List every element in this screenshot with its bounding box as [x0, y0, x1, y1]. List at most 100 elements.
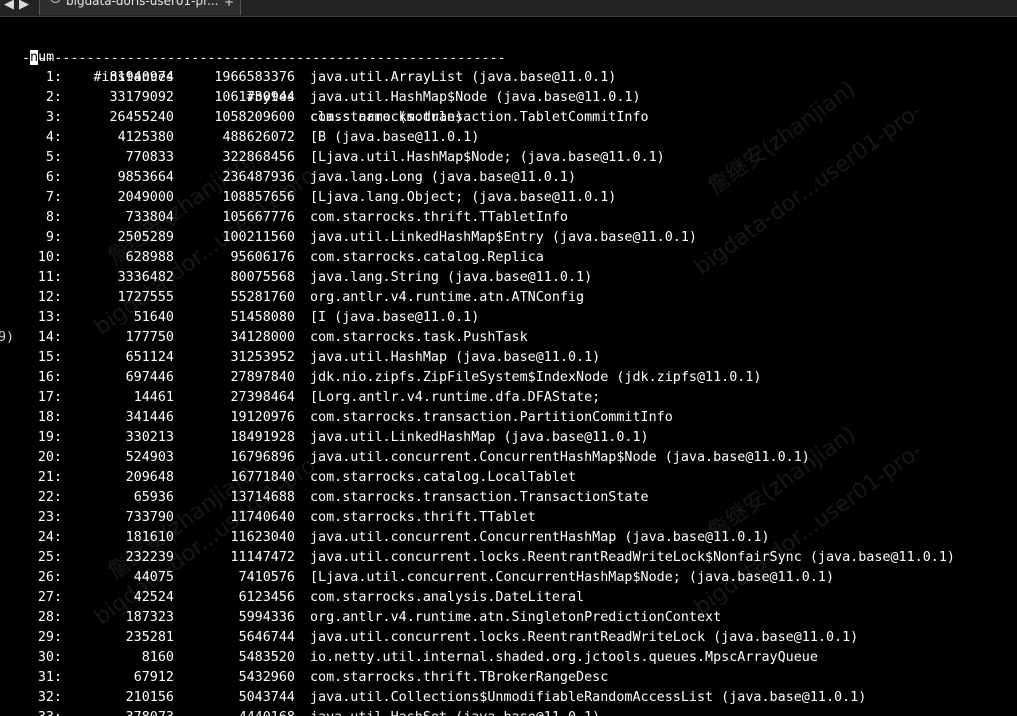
row-class-name: [Lorg.antlr.v4.runtime.dfa.DFAState; — [310, 390, 601, 405]
row-num: 28: — [37, 610, 62, 625]
row-num: 20: — [37, 450, 62, 465]
histogram-row: 27: 42524 6123456 com.starrocks.analysis.Da… — [0, 588, 1017, 608]
histogram-row: 9: 2505289 100211560 java.util.LinkedHashMa… — [0, 228, 1017, 248]
row-bytes: 18491928 — [230, 430, 296, 445]
histogram-row: 10: 628988 95606176 com.starrocks.catalog.R… — [0, 248, 1017, 268]
histogram-row: 5: 770833 322868456 [Ljava.util.HashMap$Nod… — [0, 148, 1017, 168]
row-bytes: 4440168 — [174, 708, 295, 716]
row-num: 2: — [45, 90, 62, 105]
row-num: 29: — [37, 630, 62, 645]
row-bytes: 6123456 — [238, 590, 295, 605]
row-class-name: org.antlr.v4.runtime.atn.SingletonPredic… — [310, 610, 722, 625]
row-class-name: [Ljava.util.HashMap$Node; (java.base@11.… — [310, 150, 665, 165]
terminal-output[interactable]: num #instances #bytes class name (module… — [0, 18, 1017, 716]
histogram-row: 17: 14461 27398464 [Lorg.antlr.v4.runtime.d… — [0, 388, 1017, 408]
row-bytes: 51458080 — [230, 310, 296, 325]
row-class-name: io.netty.util.internal.shaded.org.jctool… — [310, 650, 818, 665]
row-bytes: 488626072 — [222, 130, 295, 145]
row-num: 13: — [37, 310, 62, 325]
row-bytes: 16771840 — [230, 470, 296, 485]
new-tab-icon[interactable]: + — [224, 0, 234, 9]
histogram-row: 21: 209648 16771840 com.starrocks.catalog.L… — [0, 468, 1017, 488]
row-num: 32: — [37, 690, 62, 705]
row-instances: 697446 — [125, 370, 174, 385]
row-num: 12: — [37, 290, 62, 305]
row-num: 5: — [45, 150, 62, 165]
histogram-row: 15: 651124 31253952 java.util.HashMap (java… — [0, 348, 1017, 368]
row-num: 19: — [37, 430, 62, 445]
row-class-name: java.util.concurrent.locks.ReentrantRead… — [310, 550, 955, 565]
histogram-row: 20: 524903 16796896 java.util.concurrent.Co… — [0, 448, 1017, 468]
row-bytes: 7410576 — [238, 570, 295, 585]
histogram-row: 24: 181610 11623040 java.util.concurrent.Co… — [0, 528, 1017, 548]
row-instances: 26455240 — [109, 110, 175, 125]
row-num: 33: — [0, 708, 62, 716]
row-class-name: java.util.concurrent.ConcurrentHashMap$N… — [310, 450, 810, 465]
row-instances: 81940974 — [109, 70, 175, 85]
histogram-row: 18: 341446 19120976 com.starrocks.transacti… — [0, 408, 1017, 428]
row-class-name: jdk.nio.zipfs.ZipFileSystem$IndexNode (j… — [310, 370, 762, 385]
row-class-name: [Ljava.util.concurrent.ConcurrentHashMap… — [310, 570, 835, 585]
row-num: 16: — [37, 370, 62, 385]
tab-status-icon — [50, 0, 61, 3]
row-bytes: 27897840 — [230, 370, 296, 385]
forward-arrow-icon[interactable]: ▶ — [19, 0, 29, 12]
row-num: 1: — [45, 70, 62, 85]
row-num: 7: — [45, 190, 62, 205]
histogram-row: 29: 235281 5646744 java.util.concurrent.loc… — [0, 628, 1017, 648]
row-bytes: 11147472 — [230, 550, 296, 565]
row-bytes: 5994336 — [238, 610, 295, 625]
row-num: 10: — [37, 250, 62, 265]
row-bytes: 236487936 — [222, 170, 295, 185]
row-class-name: java.util.HashSet (java.base@11.0.1) — [310, 708, 600, 716]
row-num: 25: — [37, 550, 62, 565]
row-instances: 9853664 — [117, 170, 174, 185]
row-bytes: 16796896 — [230, 450, 296, 465]
histogram-row: 14: 177750 34128000 com.starrocks.task.Push… — [0, 328, 1017, 348]
histogram-row: 33:3780734440168 java.util.HashSet (java.… — [0, 708, 1017, 716]
row-instances: 209648 — [125, 470, 174, 485]
row-class-name: com.starrocks.catalog.LocalTablet — [310, 470, 577, 485]
histogram-row: 2: 33179092 1061730944 java.util.HashMap$No… — [0, 88, 1017, 108]
row-instances: 232239 — [125, 550, 174, 565]
histogram-row: 30: 8160 5483520 io.netty.util.internal.sha… — [0, 648, 1017, 668]
row-bytes: 31253952 — [230, 350, 296, 365]
row-class-name: java.util.concurrent.locks.ReentrantRead… — [310, 630, 859, 645]
histogram-row: 7: 2049000 108857656 [Ljava.lang.Object; (j… — [0, 188, 1017, 208]
row-num: 15: — [37, 350, 62, 365]
histogram-row: 1: 81940974 1966583376 java.util.ArrayList … — [0, 68, 1017, 88]
row-num: 6: — [45, 170, 62, 185]
row-class-name: java.util.Collections$UnmodifiableRandom… — [310, 690, 867, 705]
histogram-row: 25: 232239 11147472 java.util.concurrent.lo… — [0, 548, 1017, 568]
row-class-name: java.util.concurrent.ConcurrentHashMap (… — [310, 530, 770, 545]
row-instances: 770833 — [125, 150, 174, 165]
row-instances: 2049000 — [117, 190, 174, 205]
row-bytes: 105667776 — [222, 210, 295, 225]
row-class-name: [I (java.base@11.0.1) — [310, 310, 480, 325]
row-bytes: 11740640 — [230, 510, 296, 525]
row-class-name: java.util.LinkedHashMap$Entry (java.base… — [310, 230, 697, 245]
histogram-row: 26: 44075 7410576 [Ljava.util.concurrent.Co… — [0, 568, 1017, 588]
row-class-name: java.util.HashMap (java.base@11.0.1) — [310, 350, 601, 365]
histogram-row: 13: 51640 51458080 [I (java.base@11.0.1) — [0, 308, 1017, 328]
row-bytes: 13714688 — [230, 490, 296, 505]
row-class-name: [B (java.base@11.0.1) — [310, 130, 480, 145]
histogram-row: 4: 4125380 488626072 [B (java.base@11.0.1) — [0, 128, 1017, 148]
back-arrow-icon[interactable]: ◀ — [4, 0, 14, 12]
histogram-row: 19: 330213 18491928 java.util.LinkedHashMap… — [0, 428, 1017, 448]
row-class-name: com.starrocks.transaction.PartitionCommi… — [310, 410, 673, 425]
row-class-name: java.util.HashMap$Node (java.base@11.0.1… — [310, 90, 641, 105]
row-bytes: 19120976 — [230, 410, 296, 425]
row-instances: 235281 — [125, 630, 174, 645]
column-header-row: num #instances #bytes class name (module… — [0, 28, 1017, 125]
row-num: 8: — [45, 210, 62, 225]
row-instances: 3336482 — [117, 270, 174, 285]
row-class-name: java.lang.Long (java.base@11.0.1) — [310, 170, 577, 185]
row-num: 3: — [45, 110, 62, 125]
row-num: 31: — [37, 670, 62, 685]
row-class-name: com.starrocks.task.PushTask — [310, 330, 528, 345]
row-num: 30: — [37, 650, 62, 665]
row-instances: 651124 — [125, 350, 174, 365]
terminal-tab[interactable]: bigdata-doris-user01-pr... + — [39, 0, 241, 15]
row-num: 4: — [45, 130, 62, 145]
